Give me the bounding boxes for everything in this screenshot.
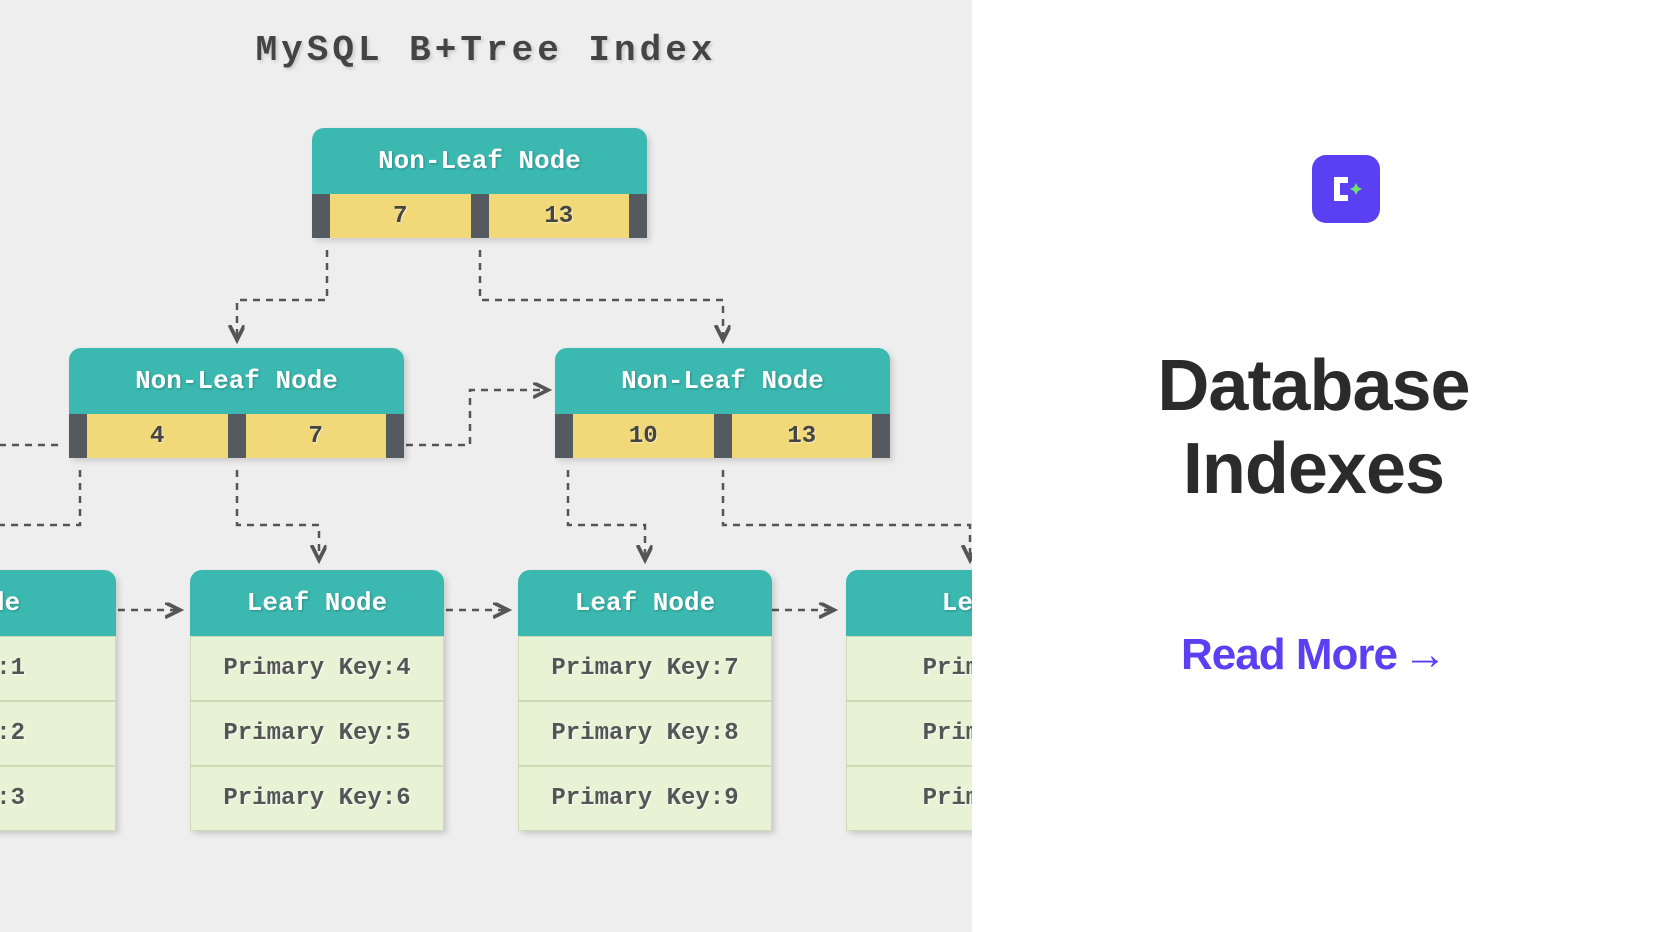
key-cell: 7 <box>246 414 387 458</box>
leaf-node-0: Node Key:1 Key:2 Key:3 <box>0 570 116 831</box>
leaf-node-3: Leaf Primary Primary Primary <box>846 570 972 831</box>
leaf-row: Primary <box>846 636 972 701</box>
key-anchor <box>555 414 573 458</box>
key-anchor <box>629 194 647 238</box>
diagram-title: MySQL B+Tree Index <box>256 30 717 71</box>
leaf-row: Primary Key:6 <box>190 766 444 831</box>
leaf-node-1: Leaf Node Primary Key:4 Primary Key:5 Pr… <box>190 570 444 831</box>
key-cell: 7 <box>330 194 471 238</box>
leaf-row: Primary Key:9 <box>518 766 772 831</box>
key-cell: 13 <box>732 414 873 458</box>
leaf-row: Primary <box>846 701 972 766</box>
read-more-link[interactable]: Read More→ <box>972 630 1655 680</box>
diagram-panel: MySQL B+Tree Index Non-Leaf Node 7 <box>0 0 972 932</box>
key-anchor <box>386 414 404 458</box>
read-more-text: Read More <box>1181 630 1397 679</box>
node-label: Non-Leaf Node <box>555 348 890 414</box>
key-cell: 4 <box>87 414 228 458</box>
key-anchor <box>714 414 732 458</box>
heading-line-1: Database <box>1157 346 1469 426</box>
node-label: Leaf <box>846 570 972 636</box>
leaf-row: Primary Key:8 <box>518 701 772 766</box>
leaf-row: Primary <box>846 766 972 831</box>
node-label: Leaf Node <box>518 570 772 636</box>
node-label: Node <box>0 570 116 636</box>
leaf-row: Key:2 <box>0 701 116 766</box>
key-anchor <box>69 414 87 458</box>
node-label: Non-Leaf Node <box>69 348 404 414</box>
node-key-row: 10 13 <box>555 414 890 458</box>
arrow-right-icon: → <box>1403 630 1446 679</box>
key-anchor <box>228 414 246 458</box>
page-title: Database Indexes <box>972 345 1655 511</box>
node-key-row: 4 7 <box>69 414 404 458</box>
key-anchor <box>872 414 890 458</box>
non-leaf-node-right: Non-Leaf Node 10 13 <box>555 348 890 458</box>
leaf-row: Key:1 <box>0 636 116 701</box>
leaf-row: Primary Key:7 <box>518 636 772 701</box>
brand-logo-icon <box>1312 155 1380 223</box>
sidebar-panel: Database Indexes Read More→ <box>972 0 1655 932</box>
node-label: Non-Leaf Node <box>312 128 647 194</box>
leaf-row: Key:3 <box>0 766 116 831</box>
leaf-node-2: Leaf Node Primary Key:7 Primary Key:8 Pr… <box>518 570 772 831</box>
non-leaf-node-left: Non-Leaf Node 4 7 <box>69 348 404 458</box>
key-cell: 10 <box>573 414 714 458</box>
root-non-leaf-node: Non-Leaf Node 7 13 <box>312 128 647 238</box>
key-anchor <box>471 194 489 238</box>
leaf-row: Primary Key:5 <box>190 701 444 766</box>
node-key-row: 7 13 <box>312 194 647 238</box>
key-cell: 13 <box>489 194 630 238</box>
key-anchor <box>312 194 330 238</box>
leaf-row: Primary Key:4 <box>190 636 444 701</box>
heading-line-2: Indexes <box>1183 429 1444 509</box>
node-label: Leaf Node <box>190 570 444 636</box>
